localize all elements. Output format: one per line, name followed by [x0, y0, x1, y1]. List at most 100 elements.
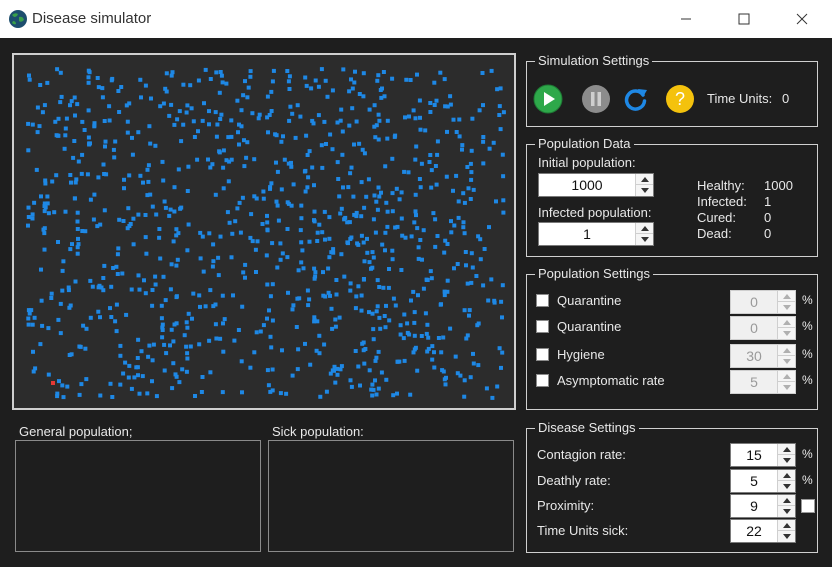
- infected-population-input[interactable]: 1: [538, 222, 654, 246]
- decrement-button[interactable]: [778, 506, 795, 517]
- quarantine-spinner-2[interactable]: [777, 317, 795, 339]
- healthy-person: [174, 294, 179, 299]
- healthy-person: [454, 130, 459, 134]
- healthy-person: [464, 336, 469, 341]
- contagion-rate-spinner[interactable]: [777, 444, 795, 466]
- decrement-button[interactable]: [778, 382, 795, 393]
- reset-button[interactable]: [621, 84, 651, 114]
- close-button[interactable]: [773, 0, 831, 38]
- increment-button[interactable]: [778, 371, 795, 382]
- healthy-person: [308, 362, 313, 367]
- decrement-button[interactable]: [636, 234, 653, 245]
- healthy-person: [303, 75, 308, 80]
- healthy-person: [139, 95, 143, 100]
- infected-population-spinner[interactable]: [635, 223, 653, 245]
- healthy-person: [481, 135, 486, 139]
- simulation-canvas[interactable]: [12, 53, 516, 410]
- minimize-button[interactable]: [657, 0, 715, 38]
- asymptomatic-input[interactable]: 5: [730, 370, 796, 394]
- maximize-button[interactable]: [715, 0, 773, 38]
- healthy-person: [429, 168, 434, 173]
- decrement-button[interactable]: [778, 356, 795, 367]
- play-button[interactable]: [533, 84, 563, 114]
- hygiene-spinner[interactable]: [777, 345, 795, 367]
- healthy-person: [421, 228, 426, 233]
- healthy-person: [307, 239, 312, 244]
- healthy-person: [331, 250, 336, 255]
- decrement-button[interactable]: [778, 531, 795, 542]
- healthy-person: [40, 110, 45, 115]
- sick-population-list[interactable]: [268, 440, 514, 552]
- increment-button[interactable]: [778, 317, 795, 328]
- healthy-person: [275, 169, 280, 174]
- percent-unit: %: [802, 473, 813, 487]
- initial-population-spinner[interactable]: [635, 174, 653, 196]
- increment-button[interactable]: [636, 174, 653, 185]
- healthy-person: [444, 174, 449, 179]
- increment-button[interactable]: [778, 495, 795, 506]
- initial-population-input[interactable]: 1000: [538, 173, 654, 197]
- healthy-person: [416, 293, 420, 298]
- decrement-button[interactable]: [778, 455, 795, 466]
- proximity-color-swatch[interactable]: [801, 499, 815, 513]
- help-button[interactable]: ?: [665, 84, 695, 114]
- hygiene-input[interactable]: 30: [730, 344, 796, 368]
- healthy-person: [27, 77, 32, 82]
- increment-button[interactable]: [636, 223, 653, 234]
- healthy-person: [498, 86, 503, 91]
- quarantine-spinner[interactable]: [777, 291, 795, 313]
- asymptomatic-checkbox[interactable]: [536, 374, 549, 387]
- time-units-sick-input[interactable]: 22: [730, 519, 796, 543]
- chevron-down-icon: [782, 484, 791, 489]
- healthy-person: [377, 285, 382, 289]
- healthy-person: [206, 157, 210, 162]
- healthy-person: [26, 121, 31, 126]
- general-population-list[interactable]: [15, 440, 261, 552]
- increment-button[interactable]: [778, 470, 795, 481]
- healthy-person: [222, 317, 227, 322]
- healthy-person: [87, 141, 92, 146]
- decrement-button[interactable]: [778, 328, 795, 339]
- healthy-person: [271, 68, 276, 73]
- healthy-person: [476, 321, 481, 326]
- healthy-person: [153, 143, 158, 148]
- healthy-person: [274, 160, 278, 165]
- time-units-sick-spinner[interactable]: [777, 520, 795, 542]
- asymptomatic-spinner[interactable]: [777, 371, 795, 393]
- healthy-person: [60, 383, 65, 388]
- healthy-person: [181, 122, 186, 127]
- quarantine-input-2[interactable]: 0: [730, 316, 796, 340]
- healthy-person: [378, 326, 383, 331]
- quarantine-checkbox[interactable]: [536, 294, 549, 307]
- healthy-person: [408, 78, 413, 82]
- healthy-person: [38, 83, 43, 87]
- deathly-rate-input[interactable]: 5: [730, 469, 796, 493]
- healthy-person: [196, 129, 200, 134]
- increment-button[interactable]: [778, 345, 795, 356]
- increment-button[interactable]: [778, 291, 795, 302]
- hygiene-checkbox[interactable]: [536, 348, 549, 361]
- proximity-input[interactable]: 9: [730, 494, 796, 518]
- healthy-person: [469, 170, 474, 175]
- increment-button[interactable]: [778, 520, 795, 531]
- decrement-button[interactable]: [636, 185, 653, 196]
- healthy-person: [168, 207, 173, 212]
- pause-button[interactable]: [581, 84, 611, 114]
- proximity-spinner[interactable]: [777, 495, 795, 517]
- play-icon: [533, 84, 563, 114]
- healthy-person: [439, 350, 444, 355]
- healthy-person: [356, 284, 361, 289]
- increment-button[interactable]: [778, 444, 795, 455]
- healthy-person: [328, 132, 333, 137]
- healthy-person: [102, 172, 107, 176]
- healthy-person: [338, 211, 343, 216]
- deathly-rate-spinner[interactable]: [777, 470, 795, 492]
- quarantine-input[interactable]: 0: [730, 290, 796, 314]
- healthy-person: [75, 102, 80, 107]
- contagion-rate-input[interactable]: 15: [730, 443, 796, 467]
- healthy-person: [243, 275, 247, 280]
- decrement-button[interactable]: [778, 302, 795, 313]
- decrement-button[interactable]: [778, 481, 795, 492]
- healthy-person: [286, 290, 290, 295]
- quarantine-checkbox-2[interactable]: [536, 320, 549, 333]
